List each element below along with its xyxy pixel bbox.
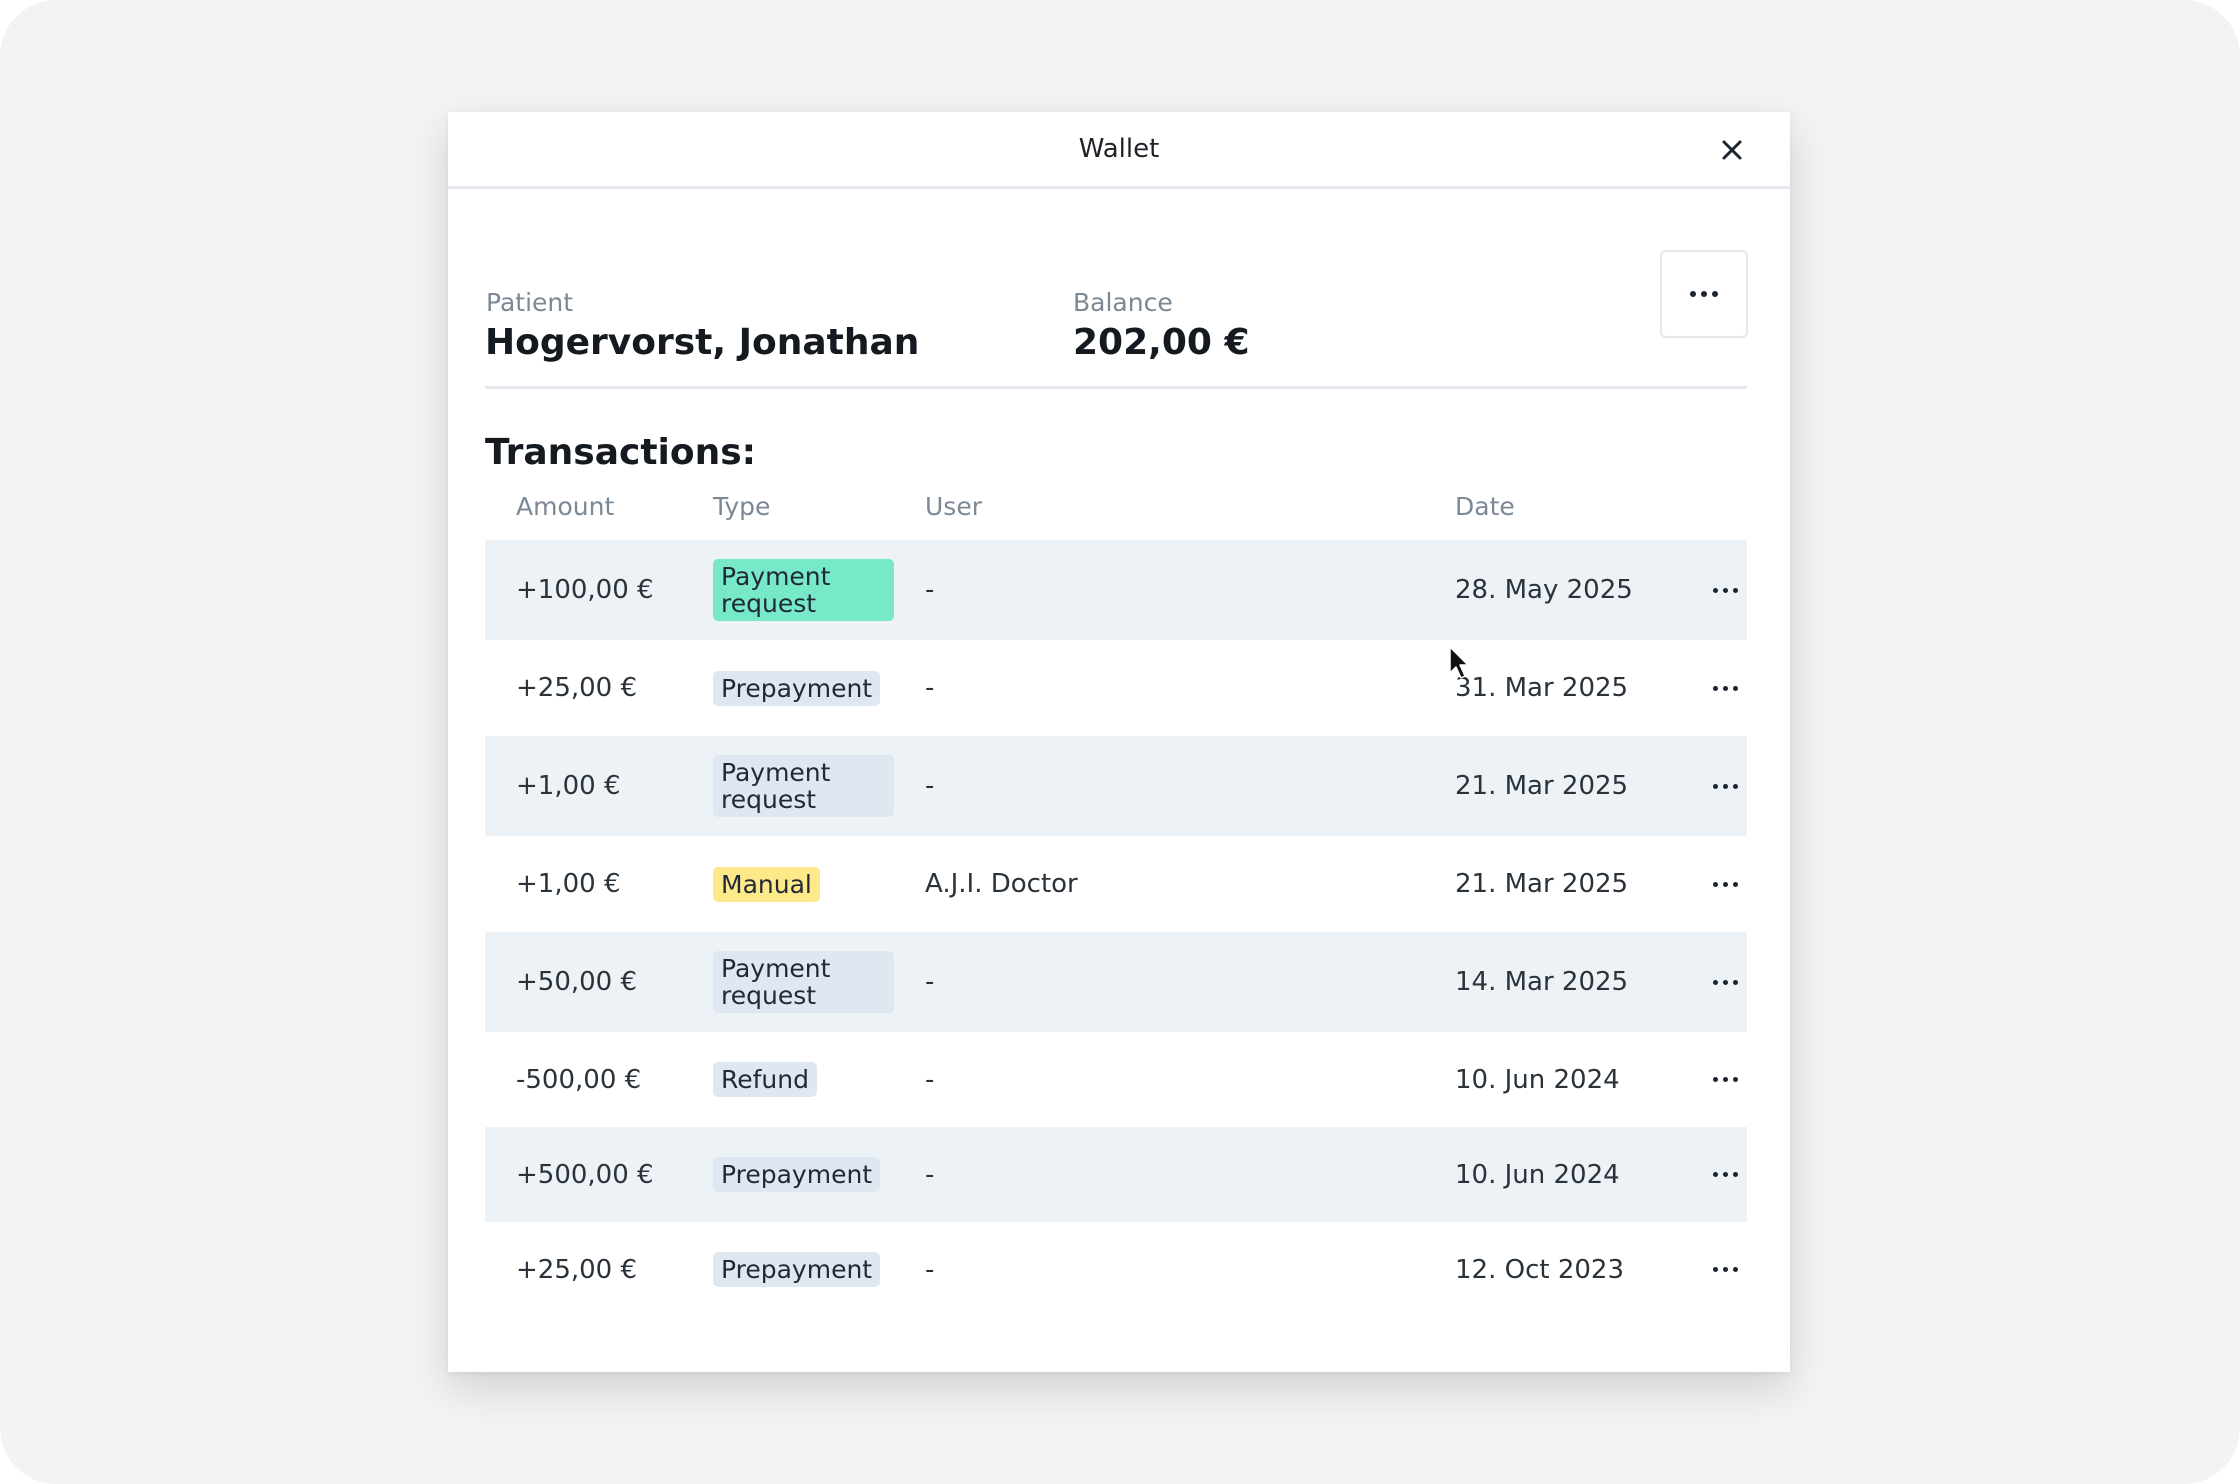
patient-name: Hogervorst, Jonathan xyxy=(485,322,920,363)
more-horizontal-icon xyxy=(1697,540,1753,640)
more-horizontal-icon xyxy=(1697,736,1753,836)
row-options-button[interactable] xyxy=(1697,932,1753,1032)
date-cell: 14. Mar 2025 xyxy=(1455,967,1629,997)
user-cell: - xyxy=(925,1159,935,1190)
type-cell: Payment request xyxy=(713,932,894,1032)
date-cell: 21. Mar 2025 xyxy=(1455,771,1629,801)
type-badge: Payment request xyxy=(713,755,894,817)
date-cell: 21. Mar 2025 xyxy=(1455,869,1629,899)
row-options-button[interactable] xyxy=(1697,1222,1753,1317)
type-badge: Payment request xyxy=(713,951,894,1013)
type-cell: Prepayment xyxy=(713,1127,881,1222)
type-badge: Refund xyxy=(713,1062,817,1097)
more-horizontal-icon xyxy=(1662,252,1746,336)
user-cell: - xyxy=(925,673,935,703)
more-horizontal-icon xyxy=(1697,640,1753,736)
transactions-table: +100,00 € Payment request - 28. May 2025… xyxy=(485,540,1747,1317)
user-cell: A.J.I. Doctor xyxy=(925,869,1078,899)
type-cell: Refund xyxy=(713,1032,817,1127)
close-icon xyxy=(1722,140,1742,160)
type-cell: Payment request xyxy=(713,736,894,836)
date-cell: 28. May 2025 xyxy=(1455,575,1633,605)
amount-cell: +500,00 € xyxy=(516,1159,654,1190)
amount-cell: +1,00 € xyxy=(516,869,621,899)
date-cell: 12. Oct 2023 xyxy=(1455,1254,1624,1285)
type-cell: Prepayment xyxy=(713,640,881,736)
row-options-button[interactable] xyxy=(1697,1032,1753,1127)
table-row[interactable]: -500,00 € Refund - 10. Jun 2024 xyxy=(485,1032,1747,1127)
date-cell: 10. Jun 2024 xyxy=(1455,1159,1620,1190)
table-row[interactable]: +25,00 € Prepayment - 31. Mar 2025 xyxy=(485,640,1747,736)
column-header-date: Date xyxy=(1455,492,1515,521)
type-badge: Prepayment xyxy=(713,670,881,706)
type-cell: Manual xyxy=(713,836,820,932)
user-cell: - xyxy=(925,1254,935,1285)
table-row[interactable]: +1,00 € Manual A.J.I. Doctor 21. Mar 202… xyxy=(485,836,1747,932)
dialog-header: Wallet xyxy=(448,112,1790,189)
close-button[interactable] xyxy=(1714,132,1750,168)
transactions-heading: Transactions: xyxy=(485,432,757,473)
amount-cell: +1,00 € xyxy=(516,771,621,801)
amount-cell: +25,00 € xyxy=(516,673,638,703)
table-row[interactable]: +500,00 € Prepayment - 10. Jun 2024 xyxy=(485,1127,1747,1222)
date-cell: 31. Mar 2025 xyxy=(1455,673,1629,703)
more-horizontal-icon xyxy=(1697,1127,1753,1222)
row-options-button[interactable] xyxy=(1697,736,1753,836)
wallet-options-button[interactable] xyxy=(1660,250,1748,338)
patient-label: Patient xyxy=(486,288,574,317)
more-horizontal-icon xyxy=(1697,932,1753,1032)
wallet-dialog: Wallet Patient Hogervorst, Jonathan Bala… xyxy=(448,112,1790,1372)
column-header-amount: Amount xyxy=(516,492,615,521)
balance-label: Balance xyxy=(1073,288,1173,317)
table-row[interactable]: +100,00 € Payment request - 28. May 2025 xyxy=(485,540,1747,640)
type-badge: Prepayment xyxy=(713,1157,881,1192)
mouse-pointer-icon xyxy=(1449,646,1469,679)
more-horizontal-icon xyxy=(1697,1032,1753,1127)
type-badge: Manual xyxy=(713,866,820,902)
row-options-button[interactable] xyxy=(1697,640,1753,736)
more-horizontal-icon xyxy=(1697,1222,1753,1317)
amount-cell: +25,00 € xyxy=(516,1254,638,1285)
type-badge: Prepayment xyxy=(713,1252,881,1287)
amount-cell: -500,00 € xyxy=(516,1064,642,1095)
table-row[interactable]: +1,00 € Payment request - 21. Mar 2025 xyxy=(485,736,1747,836)
more-horizontal-icon xyxy=(1697,836,1753,932)
user-cell: - xyxy=(925,967,935,997)
user-cell: - xyxy=(925,771,935,801)
user-cell: - xyxy=(925,575,935,605)
row-options-button[interactable] xyxy=(1697,1127,1753,1222)
column-header-user: User xyxy=(925,492,982,521)
type-badge: Payment request xyxy=(713,559,894,621)
row-options-button[interactable] xyxy=(1697,540,1753,640)
type-cell: Payment request xyxy=(713,540,894,640)
amount-cell: +100,00 € xyxy=(516,575,654,605)
table-row[interactable]: +50,00 € Payment request - 14. Mar 2025 xyxy=(485,932,1747,1032)
type-cell: Prepayment xyxy=(713,1222,881,1317)
user-cell: - xyxy=(925,1064,935,1095)
row-options-button[interactable] xyxy=(1697,836,1753,932)
balance-value: 202,00 € xyxy=(1073,322,1250,363)
column-header-type: Type xyxy=(713,492,771,521)
dialog-title: Wallet xyxy=(1078,134,1160,164)
table-row[interactable]: +25,00 € Prepayment - 12. Oct 2023 xyxy=(485,1222,1747,1317)
date-cell: 10. Jun 2024 xyxy=(1455,1064,1620,1095)
amount-cell: +50,00 € xyxy=(516,967,638,997)
